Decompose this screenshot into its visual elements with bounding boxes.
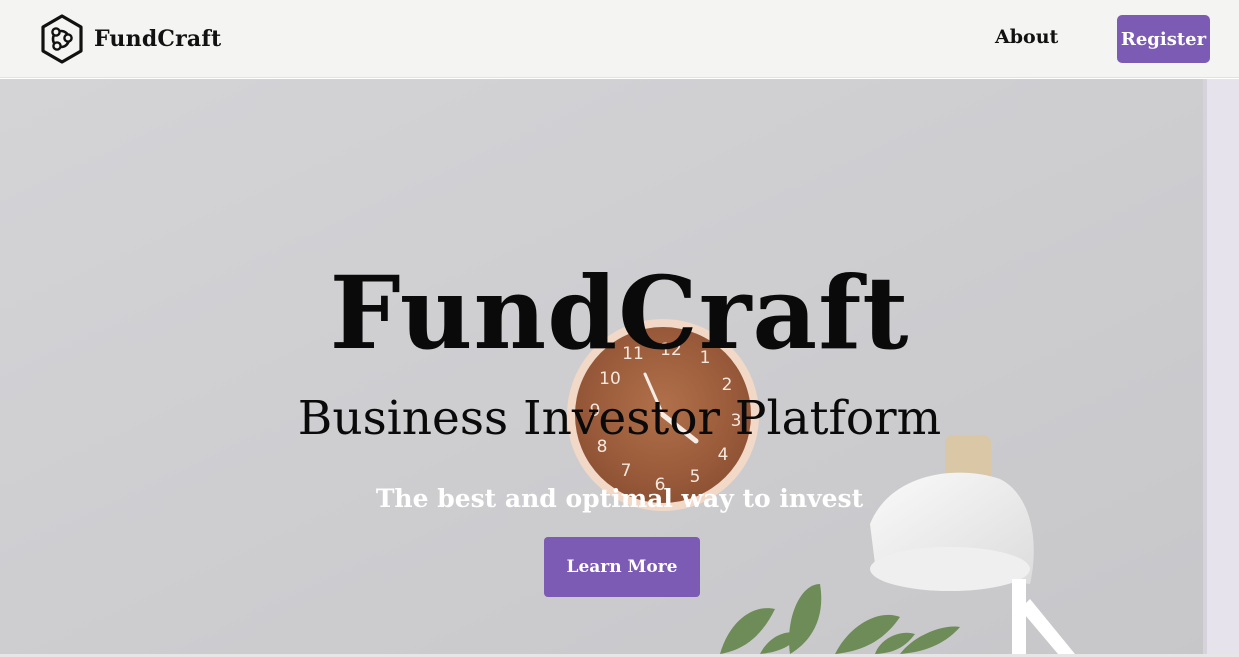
hero-subtitle: Business Investor Platform (297, 391, 942, 446)
hero-tagline: The best and optimal way to invest (375, 484, 864, 513)
nav-link-about[interactable]: About (995, 26, 1058, 48)
hero-section: 12 1 2 3 4 5 6 7 8 9 10 11 FundCraft Bus… (0, 79, 1239, 654)
svg-text:7: 7 (621, 461, 632, 481)
hexagon-network-logo-icon (41, 14, 83, 64)
brand-name: FundCraft (94, 26, 222, 52)
navbar: FundCraft About Register (0, 0, 1239, 78)
brand-link[interactable]: FundCraft (39, 13, 221, 65)
register-button[interactable]: Register (1117, 15, 1210, 63)
learn-more-button[interactable]: Learn More (544, 537, 700, 597)
hero-title: FundCraft (329, 254, 910, 372)
